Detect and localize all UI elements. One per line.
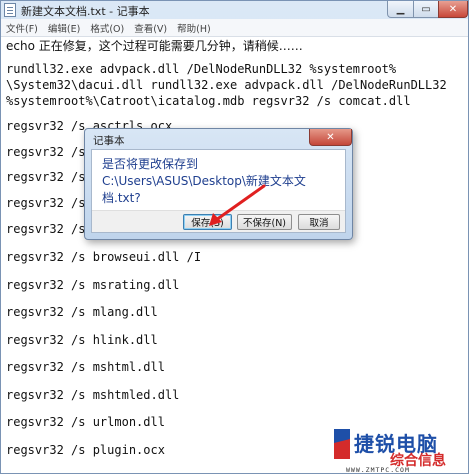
editor-line: rundll32.exe advpack.dll /DelNodeRunDLL3… (6, 62, 397, 76)
minimize-button[interactable]: ▁ (387, 1, 414, 18)
editor-line: \System32\dacui.dll rundll32.exe advpack… (6, 78, 447, 92)
save-button[interactable]: 保存(S) (183, 214, 232, 230)
dont-save-button[interactable]: 不保存(N) (237, 214, 292, 230)
editor-line: regsvr32 /s msrating.dll (6, 278, 180, 292)
title-bar[interactable]: 新建文本文档.txt - 记事本 ▁ ▭ ✕ (1, 1, 468, 19)
menu-bar: 文件(F) 编辑(E) 格式(O) 查看(V) 帮助(H) (1, 19, 468, 37)
cancel-button[interactable]: 取消 (298, 214, 340, 230)
editor-line: regsvr32 /s (6, 196, 86, 210)
site-watermark: 捷锐电脑 综合信息 WWW.ZMTPC.COM (334, 428, 469, 474)
editor-line: regsvr32 /s mlang.dll (6, 305, 158, 319)
maximize-icon: ▭ (421, 3, 431, 15)
dialog-close-button[interactable]: ✕ (309, 129, 352, 146)
editor-line: %systemroot%\Catroot\icatalog.mdb regsvr… (6, 94, 411, 108)
watermark-url: WWW.ZMTPC.COM (346, 466, 410, 474)
dialog-button-bar: 保存(S) 不保存(N) 取消 (92, 210, 345, 232)
maximize-button[interactable]: ▭ (413, 1, 439, 18)
editor-line: regsvr32 /s plugin.ocx (6, 443, 165, 457)
menu-help[interactable]: 帮助(H) (172, 21, 216, 35)
save-changes-dialog: 记事本 ✕ 是否将更改保存到 C:\Users\ASUS\Desktop\新建文… (84, 128, 353, 240)
editor-line: regsvr32 /s mshtml.dll (6, 360, 165, 374)
editor-line: regsvr32 /s mshtmled.dll (6, 388, 180, 402)
editor-line: echo 正在修复，这个过程可能需要几分钟，请稍候…… (6, 39, 303, 53)
editor-line: regsvr32 /s (6, 170, 86, 184)
text-editor[interactable]: echo 正在修复，这个过程可能需要几分钟，请稍候…… rundll32.exe… (1, 37, 468, 473)
menu-edit[interactable]: 编辑(E) (43, 21, 85, 35)
menu-view[interactable]: 查看(V) (129, 21, 172, 35)
menu-file[interactable]: 文件(F) (1, 21, 43, 35)
close-button[interactable]: ✕ (438, 1, 468, 18)
minimize-icon: ▁ (396, 3, 405, 15)
editor-line: regsvr32 /s (6, 145, 86, 159)
window-title: 新建文本文档.txt - 记事本 (21, 5, 150, 18)
close-icon: ✕ (448, 3, 458, 15)
notepad-app-icon (4, 3, 16, 17)
watermark-logo-icon (334, 429, 350, 459)
dialog-title: 记事本 (93, 135, 125, 147)
editor-line: regsvr32 /s hlink.dll (6, 333, 158, 347)
dialog-message: 是否将更改保存到 C:\Users\ASUS\Desktop\新建文本文档.tx… (102, 157, 306, 205)
editor-line: regsvr32 /s (6, 222, 86, 236)
editor-line: regsvr32 /s urlmon.dll (6, 415, 165, 429)
editor-line: regsvr32 /s browseui.dll /I (6, 250, 202, 264)
menu-format[interactable]: 格式(O) (85, 21, 129, 35)
dialog-body: 是否将更改保存到 C:\Users\ASUS\Desktop\新建文本文档.tx… (91, 149, 346, 233)
close-icon: ✕ (326, 131, 335, 143)
